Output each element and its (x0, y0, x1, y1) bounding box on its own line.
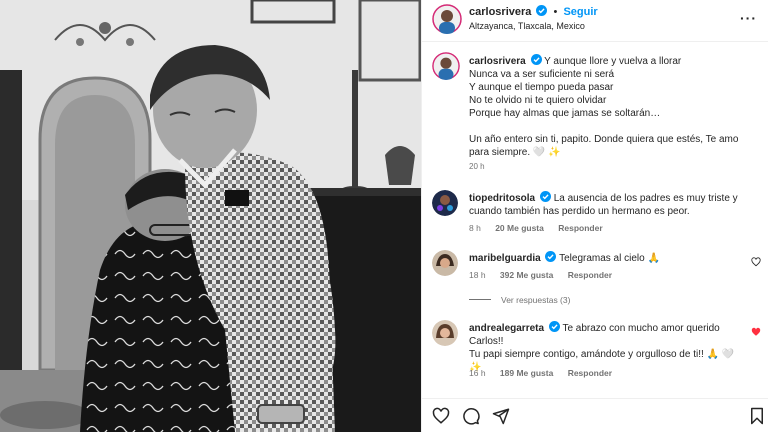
comment-line: La ausencia de los padres es muy triste … (553, 193, 738, 204)
comment-time[interactable]: 18 h (469, 270, 486, 280)
post-header: carlosrivera • Seguir Altzayanca, Tlaxca… (422, 0, 768, 42)
verified-icon (548, 321, 560, 332)
follow-button[interactable]: Seguir (563, 6, 597, 18)
comment-meta: 8 h 20 Me gusta Responder (469, 223, 615, 233)
caption-line: Un año entero sin ti, papito. Donde quie… (469, 134, 739, 145)
caption-avatar[interactable] (432, 52, 460, 80)
view-replies-label: Ver respuestas (3) (501, 295, 571, 305)
comment-line: cuando también has perdido un hermano es… (469, 206, 690, 217)
caption-text: carlosrivera Y aunque llore y vuelva a l… (469, 54, 759, 159)
commenter-avatar[interactable] (432, 250, 458, 276)
reply-button[interactable]: Responder (568, 368, 612, 378)
comment-time[interactable]: 16 h (469, 368, 486, 378)
author-avatar[interactable] (432, 4, 462, 34)
replies-line (469, 299, 491, 300)
reply-button[interactable]: Responder (568, 270, 612, 280)
comment-icon[interactable] (462, 407, 480, 425)
caption-line: para siempre. 🤍 ✨ (469, 147, 561, 158)
commenter-username[interactable]: tiopedritosola (469, 193, 535, 204)
comment-time[interactable]: 8 h (469, 223, 481, 233)
view-replies-button[interactable]: Ver respuestas (3) (469, 295, 570, 305)
post-photo-image (0, 0, 421, 432)
avatar-image (432, 190, 458, 216)
caption-timestamp[interactable]: 20 h (469, 162, 485, 171)
caption-line: Nunca va a ser suficiente ni será (469, 69, 615, 80)
comment-likes[interactable]: 189 Me gusta (500, 368, 553, 378)
comment-line: Telegramas al cielo 🙏 (559, 253, 660, 264)
comment-line: Tu papi siempre contigo, amándote y orgu… (469, 349, 735, 360)
avatar-image (432, 4, 462, 34)
caption-line (469, 120, 759, 133)
caption-line: Y aunque el tiempo pueda pasar (469, 82, 614, 93)
commenter-username[interactable]: maribelguardia (469, 253, 541, 264)
comment-likes[interactable]: 20 Me gusta (495, 223, 544, 233)
comment-meta: 16 h 189 Me gusta Responder (469, 368, 624, 378)
avatar-image (432, 320, 458, 346)
comment-text: andrealegarreta Te abrazo con mucho amor… (469, 321, 744, 374)
caption-line: No te olvido ni te quiero olvidar (469, 95, 607, 106)
author-username[interactable]: carlosrivera (469, 6, 531, 18)
post-location[interactable]: Altzayanca, Tlaxcala, Mexico (469, 21, 585, 31)
bookmark-icon[interactable] (748, 407, 766, 425)
liked-comment-heart-icon[interactable] (751, 327, 761, 337)
verified-icon (545, 251, 557, 262)
verified-icon (536, 5, 548, 16)
verified-icon (530, 54, 542, 65)
heart-icon[interactable] (432, 407, 450, 425)
like-comment-heart-icon[interactable] (751, 257, 761, 267)
avatar-image (432, 52, 460, 80)
commenter-avatar[interactable] (432, 320, 458, 346)
commenter-avatar[interactable] (432, 190, 458, 216)
caption-line: Porque hay almas que jamas se soltarán… (469, 108, 661, 119)
action-bar (422, 398, 768, 432)
author-line: carlosrivera • Seguir (469, 5, 598, 18)
post-photo[interactable] (0, 0, 421, 432)
caption-username[interactable]: carlosrivera (469, 56, 526, 67)
comment-text: tiopedritosola La ausencia de los padres… (469, 191, 744, 218)
more-options-icon[interactable]: ··· (740, 10, 757, 26)
post-panel: carlosrivera • Seguir Altzayanca, Tlaxca… (421, 0, 768, 432)
verified-icon (539, 191, 551, 202)
comment-likes[interactable]: 392 Me gusta (500, 270, 553, 280)
separator-dot: • (553, 6, 558, 18)
comment-meta: 18 h 392 Me gusta Responder (469, 270, 624, 280)
caption-line: Y aunque llore y vuelva a llorar (544, 56, 682, 67)
commenter-username[interactable]: andrealegarreta (469, 323, 544, 334)
avatar-image (432, 250, 458, 276)
comment-text: maribelguardia Telegramas al cielo 🙏 (469, 251, 744, 265)
share-icon[interactable] (492, 407, 510, 425)
reply-button[interactable]: Responder (558, 223, 602, 233)
